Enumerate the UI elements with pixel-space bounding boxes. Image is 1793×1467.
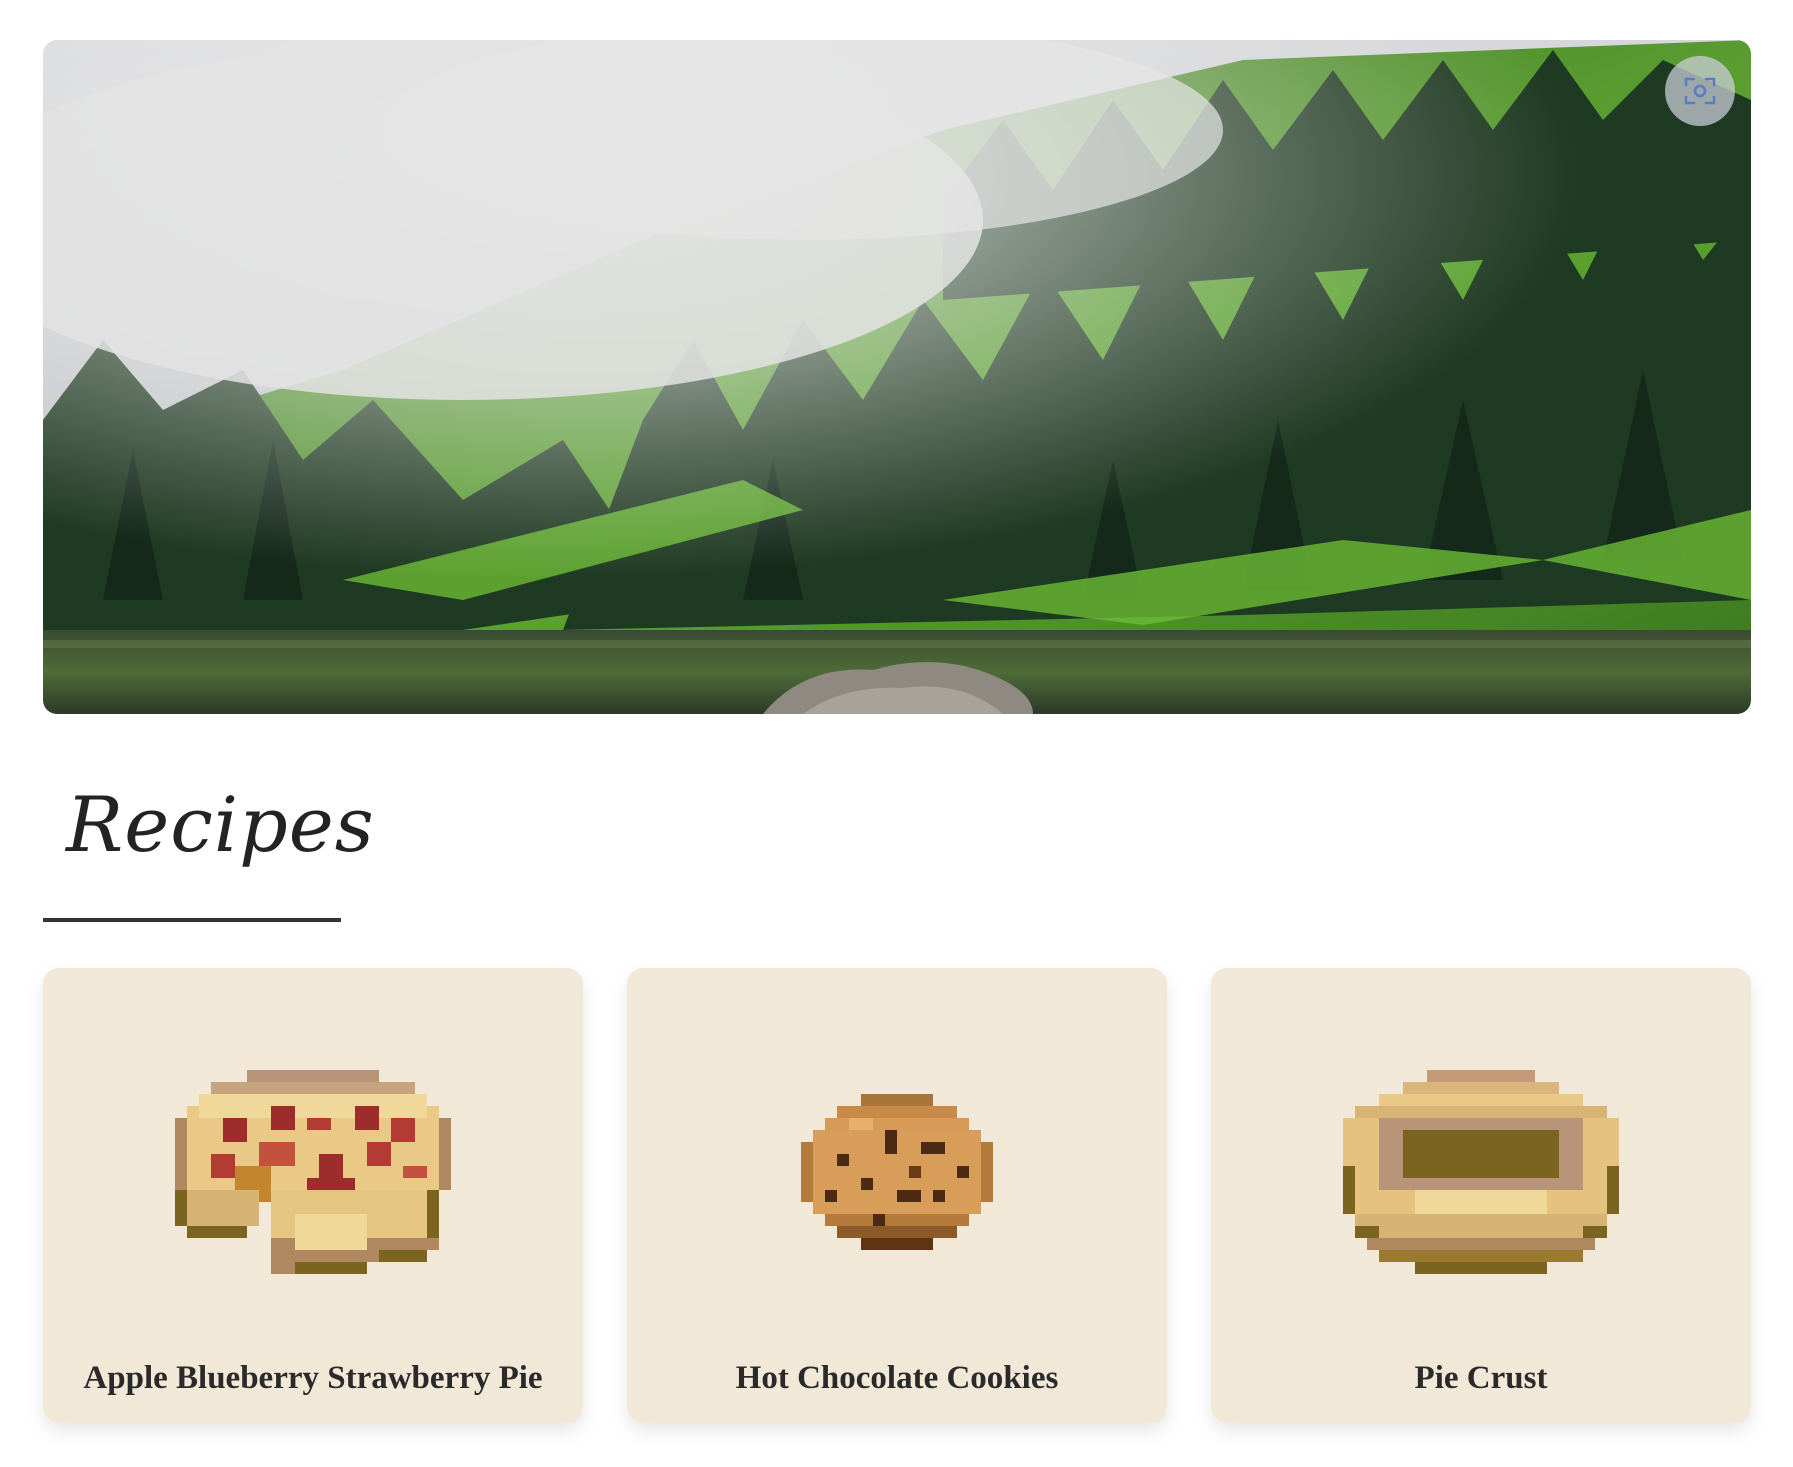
- forest-lake-illustration: [43, 40, 1751, 714]
- page-title: Recipes: [66, 780, 375, 869]
- recipe-title: Apple Blueberry Strawberry Pie: [83, 1360, 543, 1396]
- recipe-title: Hot Chocolate Cookies: [735, 1360, 1059, 1396]
- recipe-title: Pie Crust: [1414, 1360, 1548, 1396]
- recipe-grid: Apple Blueberry Strawberry Pie Hot Choco…: [43, 968, 1751, 1423]
- pixel-cookie-icon: [627, 1058, 1167, 1298]
- title-underline: [43, 918, 341, 922]
- recipe-card[interactable]: Pie Crust: [1211, 968, 1751, 1423]
- recipe-card[interactable]: Apple Blueberry Strawberry Pie: [43, 968, 583, 1423]
- visual-search-icon: [1680, 71, 1720, 111]
- pixel-pie-crust-icon: [1211, 1058, 1751, 1298]
- hero-banner-image: [43, 40, 1751, 714]
- pixel-pie-slice-icon: [43, 1058, 583, 1298]
- recipe-card[interactable]: Hot Chocolate Cookies: [627, 968, 1167, 1423]
- visual-search-button[interactable]: [1665, 56, 1735, 126]
